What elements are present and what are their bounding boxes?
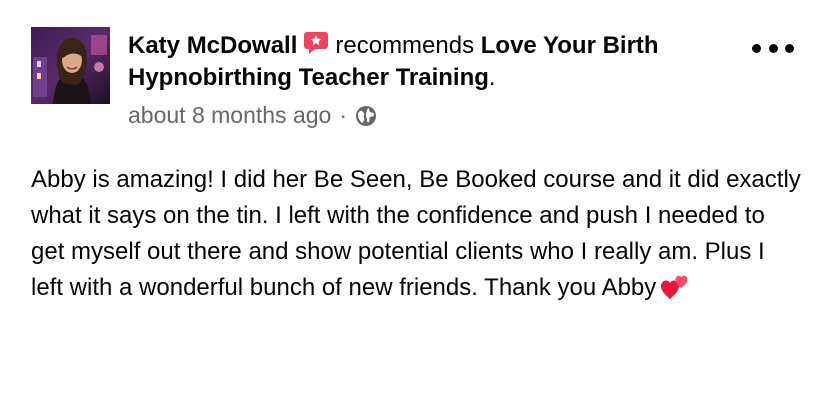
recommend-verb: recommends bbox=[335, 32, 475, 59]
review-post: Katy McDowall recommends Love Your Birth… bbox=[0, 0, 827, 403]
avatar[interactable] bbox=[31, 27, 110, 104]
more-dot bbox=[785, 43, 794, 53]
timestamp[interactable]: about 8 months ago bbox=[128, 100, 331, 130]
globe-icon[interactable] bbox=[355, 104, 377, 126]
more-dot bbox=[752, 43, 761, 53]
author-name[interactable]: Katy McDowall bbox=[128, 32, 297, 59]
more-options-icon[interactable] bbox=[752, 34, 794, 62]
post-header: Katy McDowall recommends Love Your Birth… bbox=[128, 30, 748, 94]
avatar-photo bbox=[31, 27, 110, 104]
recommend-badge-icon bbox=[303, 31, 329, 55]
post-meta: about 8 months ago · bbox=[128, 100, 377, 130]
page-name-suffix: . bbox=[488, 64, 496, 91]
review-text: Abby is amazing! I did her Be Seen, Be B… bbox=[31, 162, 801, 306]
more-dot bbox=[768, 43, 778, 53]
meta-separator: · bbox=[339, 102, 347, 128]
two-hearts-icon bbox=[660, 273, 690, 301]
